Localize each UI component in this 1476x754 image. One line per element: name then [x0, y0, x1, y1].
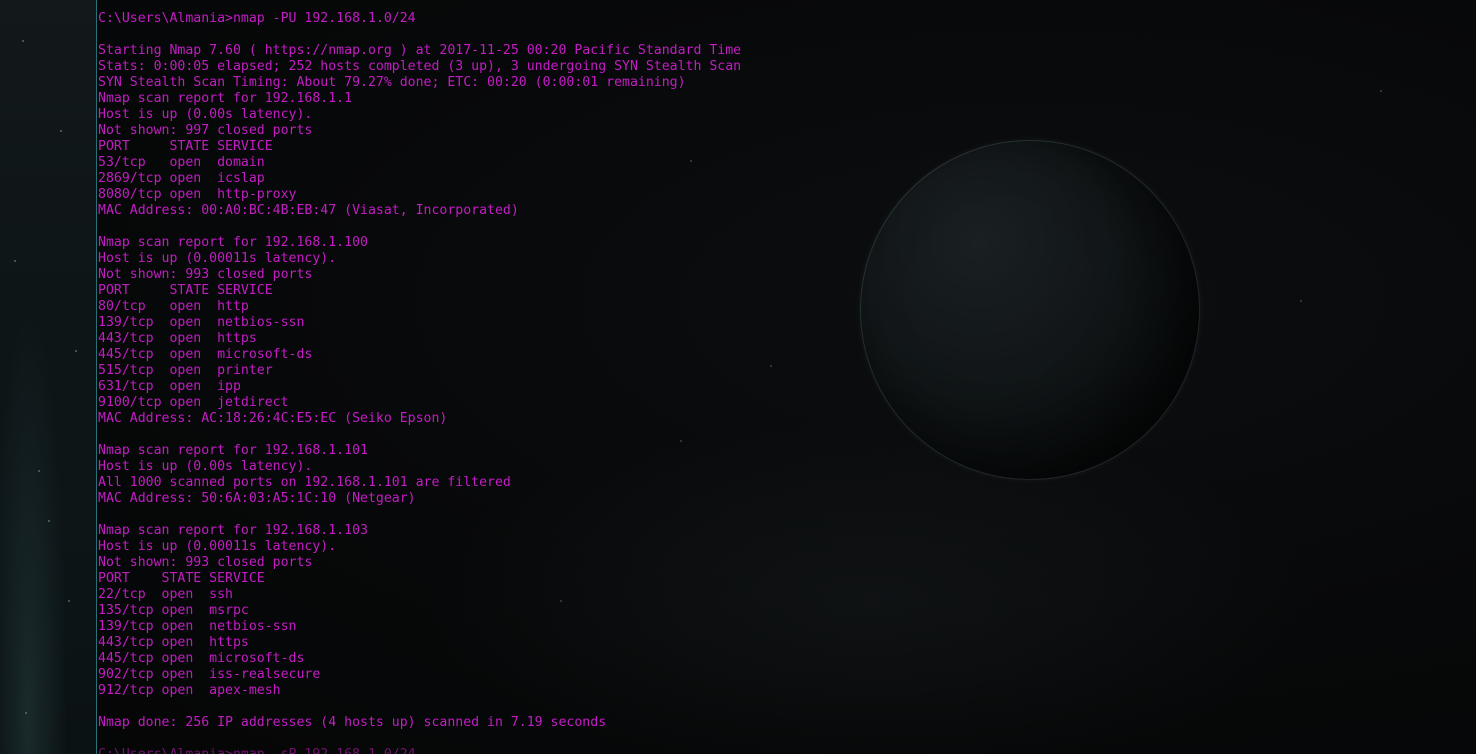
wallpaper-star: [22, 40, 24, 42]
terminal-line: Host is up (0.00011s latency).: [98, 251, 337, 266]
terminal-line: MAC Address: 50:6A:03:A5:1C:10 (Netgear): [98, 491, 416, 506]
terminal-line: 80/tcp open http: [98, 299, 249, 314]
terminal-line: 53/tcp open domain: [98, 155, 265, 170]
terminal-line: Not shown: 997 closed ports: [98, 123, 313, 138]
wallpaper-strip: [0, 0, 96, 754]
terminal-line: 139/tcp open netbios-ssn: [98, 315, 305, 330]
terminal-line: PORT STATE SERVICE: [98, 571, 265, 586]
terminal-line: 135/tcp open msrpc: [98, 603, 249, 618]
terminal-line: 9100/tcp open jetdirect: [98, 395, 289, 410]
terminal-output[interactable]: C:\Users\Almania>nmap -PU 192.168.1.0/24…: [98, 11, 1468, 754]
terminal-line: 912/tcp open apex-mesh: [98, 683, 281, 698]
terminal-line: SYN Stealth Scan Timing: About 79.27% do…: [98, 75, 686, 90]
terminal-line: 8080/tcp open http-proxy: [98, 187, 297, 202]
wallpaper-star: [60, 130, 62, 132]
terminal-line: 22/tcp open ssh: [98, 587, 233, 602]
terminal-line: 902/tcp open iss-realsecure: [98, 667, 321, 682]
terminal-line: 443/tcp open https: [98, 331, 257, 346]
terminal-line: Not shown: 993 closed ports: [98, 267, 313, 282]
wallpaper-star: [25, 712, 27, 714]
terminal-line: 139/tcp open netbios-ssn: [98, 619, 297, 634]
wallpaper-star: [14, 260, 16, 262]
terminal-line: Nmap done: 256 IP addresses (4 hosts up)…: [98, 715, 607, 730]
terminal-line: MAC Address: AC:18:26:4C:E5:EC (Seiko Ep…: [98, 411, 448, 426]
terminal-line: Host is up (0.00011s latency).: [98, 539, 337, 554]
wallpaper-star: [75, 350, 77, 352]
terminal-line: Nmap scan report for 192.168.1.101: [98, 443, 368, 458]
terminal-line: PORT STATE SERVICE: [98, 139, 273, 154]
wallpaper-star: [38, 470, 40, 472]
terminal-line: 445/tcp open microsoft-ds: [98, 651, 305, 666]
terminal-line: Not shown: 993 closed ports: [98, 555, 313, 570]
terminal-line: 445/tcp open microsoft-ds: [98, 347, 313, 362]
window-border: [96, 0, 97, 754]
command-prompt-line: C:\Users\Almania>nmap -sP 192.168.1.0/24: [98, 747, 1468, 754]
terminal-line: PORT STATE SERVICE: [98, 283, 273, 298]
terminal-line: Nmap scan report for 192.168.1.103: [98, 523, 368, 538]
terminal-line: All 1000 scanned ports on 192.168.1.101 …: [98, 475, 511, 490]
terminal-line: 2869/tcp open icslap: [98, 171, 265, 186]
terminal-line: Stats: 0:00:05 elapsed; 252 hosts comple…: [98, 59, 742, 74]
wallpaper-star: [48, 520, 50, 522]
terminal-line: Host is up (0.00s latency).: [98, 107, 313, 122]
terminal-line: MAC Address: 00:A0:BC:4B:EB:47 (Viasat, …: [98, 203, 519, 218]
terminal-line: 631/tcp open ipp: [98, 379, 241, 394]
terminal-line: Nmap scan report for 192.168.1.1: [98, 91, 353, 106]
terminal-line: Nmap scan report for 192.168.1.100: [98, 235, 368, 250]
terminal-line: Host is up (0.00s latency).: [98, 459, 313, 474]
desktop-background: C:\Users\Almania>nmap -PU 192.168.1.0/24…: [0, 0, 1476, 754]
terminal-line: 515/tcp open printer: [98, 363, 273, 378]
command-prompt-line: C:\Users\Almania>nmap -PU 192.168.1.0/24: [98, 11, 416, 26]
terminal-line: 443/tcp open https: [98, 635, 249, 650]
terminal-line: Starting Nmap 7.60 ( https://nmap.org ) …: [98, 43, 742, 58]
wallpaper-star: [68, 600, 70, 602]
